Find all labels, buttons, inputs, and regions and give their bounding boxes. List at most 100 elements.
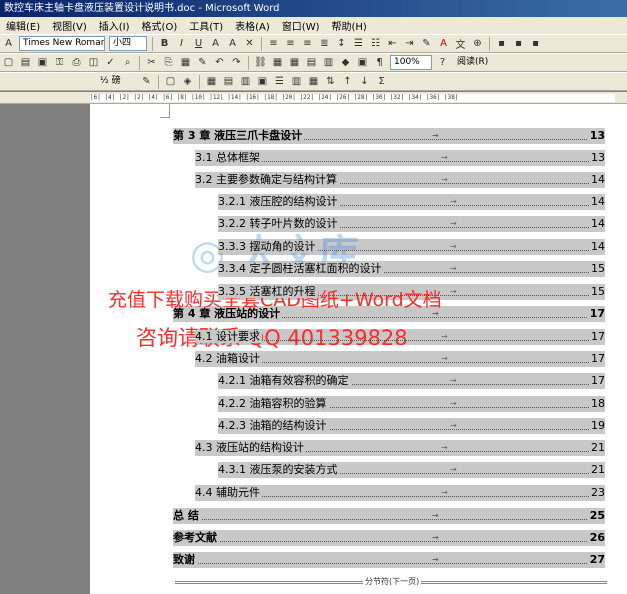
font-select[interactable]: Times New Roman: [19, 36, 105, 51]
toc-entry[interactable]: 4.4 辅助元件 → 23: [195, 485, 605, 501]
formatting-toolbar: A Times New Roman 小四 B I U A A ✕ ≡ ≡ ≡ ≣…: [0, 34, 627, 53]
toc-page-number: 14: [589, 172, 605, 188]
enclose-char-icon[interactable]: ⊕: [470, 36, 485, 51]
toc-page-number: 19: [589, 418, 605, 434]
toc-leader: [173, 563, 589, 564]
toc-entry[interactable]: 4.3.1 液压泵的安装方式 → 21: [218, 462, 605, 478]
toc-entry[interactable]: 4.2 油箱设计 → 17: [195, 351, 605, 367]
toc-entry[interactable]: 3.2.2 转子叶片数的设计 → 14: [218, 216, 605, 232]
merge-cells-icon[interactable]: ▤: [221, 74, 236, 89]
autoformat-icon[interactable]: ▦: [306, 74, 321, 89]
sort-asc-icon[interactable]: ↑: [340, 74, 355, 89]
char-border-icon[interactable]: A: [208, 36, 223, 51]
bold-icon[interactable]: B: [157, 36, 172, 51]
help-icon[interactable]: ?: [435, 55, 450, 70]
numbering-icon[interactable]: ☰: [351, 36, 366, 51]
read-button[interactable]: 阅读(R): [453, 55, 499, 70]
phonetic-icon[interactable]: 文: [453, 36, 468, 51]
menu-table[interactable]: 表格(A): [229, 18, 276, 33]
justify-icon[interactable]: ≣: [317, 36, 332, 51]
copy-icon[interactable]: ⎘: [161, 55, 176, 70]
toc-entry[interactable]: 第 3 章 液压三爪卡盘设计 → 13: [173, 128, 605, 144]
align-right-icon[interactable]: ≡: [300, 36, 315, 51]
border-icon[interactable]: ▢: [163, 74, 178, 89]
permission-icon[interactable]: ⚿: [52, 55, 67, 70]
style-icon[interactable]: A: [1, 36, 16, 51]
increase-indent-icon[interactable]: ⇥: [402, 36, 417, 51]
toc-entry-title: 3.3.4 定子圆柱活塞杠面积的设计: [218, 262, 384, 275]
toc-entry[interactable]: 3.3.4 定子圆柱活塞杠面积的设计 → 15: [218, 261, 605, 277]
cut-icon[interactable]: ✂: [144, 55, 159, 70]
undo-icon[interactable]: ↶: [212, 55, 227, 70]
tab-arrow-icon: →: [450, 197, 457, 206]
tab-arrow-icon: →: [432, 533, 439, 542]
toolbar-options-icon-2[interactable]: ▪: [511, 36, 526, 51]
toc-entry[interactable]: 4.2.1 油箱有效容积的确定 → 17: [218, 373, 605, 389]
bullets-icon[interactable]: ☷: [368, 36, 383, 51]
toc-entry[interactable]: 3.3.3 摆动角的设计 → 14: [218, 239, 605, 255]
spelling-icon[interactable]: ✓: [103, 55, 118, 70]
menu-help[interactable]: 帮助(H): [326, 18, 373, 33]
toc-entry-title: 第 4 章 液压站的设计: [173, 307, 283, 320]
format-painter-icon[interactable]: ✎: [195, 55, 210, 70]
paste-icon[interactable]: ▦: [178, 55, 193, 70]
toc-entry[interactable]: 4.2.2 油箱容积的验算 → 18: [218, 396, 605, 412]
hyperlink-icon[interactable]: ⛓: [253, 55, 268, 70]
line-spacing-icon[interactable]: ↕: [334, 36, 349, 51]
distribute-cols-icon[interactable]: ▥: [289, 74, 304, 89]
menu-view[interactable]: 视图(V): [46, 18, 93, 33]
toc-entry[interactable]: 参考文献 → 26: [173, 530, 605, 546]
open-icon[interactable]: ▤: [18, 55, 33, 70]
columns-icon[interactable]: ▥: [321, 55, 336, 70]
menu-window[interactable]: 窗口(W): [276, 18, 326, 33]
menu-format[interactable]: 格式(O): [136, 18, 184, 33]
toc-entry[interactable]: 3.2.1 液压腔的结构设计 → 14: [218, 194, 605, 210]
print-preview-icon[interactable]: ◫: [86, 55, 101, 70]
toc-entry[interactable]: 致谢 → 27: [173, 552, 605, 568]
align-center-icon[interactable]: ≡: [283, 36, 298, 51]
save-icon[interactable]: ▣: [35, 55, 50, 70]
menu-edit[interactable]: 编辑(E): [0, 18, 46, 33]
print-icon[interactable]: ⎙: [69, 55, 84, 70]
menu-insert[interactable]: 插入(I): [93, 18, 136, 33]
cell-align-icon[interactable]: ▣: [255, 74, 270, 89]
tables-borders-icon[interactable]: ▦: [270, 55, 285, 70]
line-weight-select[interactable]: ½ 磅: [96, 74, 136, 89]
research-icon[interactable]: ⌕: [120, 55, 135, 70]
underline-icon[interactable]: U: [191, 36, 206, 51]
document-map-icon[interactable]: ▣: [355, 55, 370, 70]
autosum-icon[interactable]: Σ: [374, 74, 389, 89]
toc-entry[interactable]: 4.3 液压站的结构设计 → 21: [195, 440, 605, 456]
char-shade-icon[interactable]: A: [225, 36, 240, 51]
insert-excel-icon[interactable]: ▤: [304, 55, 319, 70]
horizontal-ruler[interactable]: |6| |4| |2| |2| |4| |6| |8| |10| |12| |1…: [0, 92, 627, 104]
shading-icon[interactable]: ◈: [180, 74, 195, 89]
toolbar-options-icon[interactable]: ▪: [494, 36, 509, 51]
insert-table-icon-2[interactable]: ▦: [204, 74, 219, 89]
menu-tools[interactable]: 工具(T): [183, 18, 229, 33]
redo-icon[interactable]: ↷: [229, 55, 244, 70]
toc-entry[interactable]: 3.1 总体框架 → 13: [195, 150, 605, 166]
drawing-icon[interactable]: ◆: [338, 55, 353, 70]
font-size-select[interactable]: 小四: [109, 36, 147, 51]
highlight-icon[interactable]: ✎: [419, 36, 434, 51]
toolbar-options-icon-3[interactable]: ▪: [528, 36, 543, 51]
toc-entry[interactable]: 3.2 主要参数确定与结构计算 → 14: [195, 172, 605, 188]
font-color-icon[interactable]: A: [436, 36, 451, 51]
decrease-indent-icon[interactable]: ⇤: [385, 36, 400, 51]
split-cells-icon[interactable]: ▥: [238, 74, 253, 89]
align-left-icon[interactable]: ≡: [266, 36, 281, 51]
pen-color-icon[interactable]: ✎: [139, 74, 154, 89]
toc-entry[interactable]: 总 结 → 25: [173, 508, 605, 524]
zoom-select[interactable]: 100%: [390, 55, 432, 70]
line-dash-select[interactable]: [2, 74, 92, 89]
new-icon[interactable]: ▢: [1, 55, 16, 70]
toc-entry[interactable]: 4.2.3 油箱的结构设计 → 19: [218, 418, 605, 434]
insert-table-icon[interactable]: ▦: [287, 55, 302, 70]
sort-desc-icon[interactable]: ↓: [357, 74, 372, 89]
char-scale-icon[interactable]: ✕: [242, 36, 257, 51]
distribute-rows-icon[interactable]: ☰: [272, 74, 287, 89]
show-hide-icon[interactable]: ¶: [372, 55, 387, 70]
text-direction-icon[interactable]: ⇅: [323, 74, 338, 89]
italic-icon[interactable]: I: [174, 36, 189, 51]
